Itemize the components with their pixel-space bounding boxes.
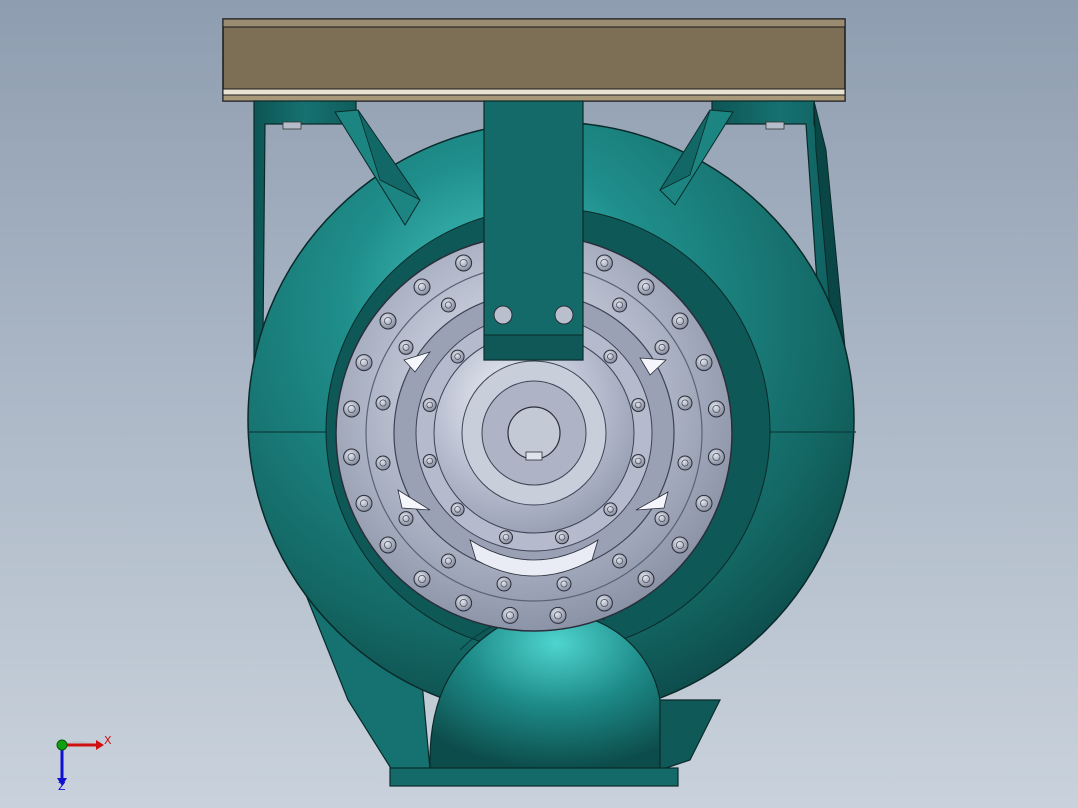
- y-axis-marker: [56, 739, 68, 751]
- bolt-head: [398, 339, 414, 355]
- bolt-head: [422, 454, 437, 468]
- bolt-head: [413, 570, 431, 588]
- bolt-head: [631, 454, 646, 468]
- bolt-head: [496, 576, 512, 592]
- bolt-head: [375, 395, 391, 411]
- bolt-head: [654, 511, 670, 527]
- bolt-head: [343, 448, 361, 466]
- cad-viewport[interactable]: X Z: [0, 0, 1078, 808]
- bolt-head: [555, 530, 569, 545]
- bolt-head: [379, 312, 397, 330]
- pump-model-view: X Z: [56, 18, 856, 793]
- bolt-head: [677, 395, 693, 411]
- bolt-head: [455, 254, 473, 272]
- base-plate: [222, 18, 846, 102]
- bolt-head: [677, 455, 693, 471]
- bolt-head: [595, 254, 613, 272]
- bolt-head: [595, 594, 613, 612]
- bolt-head: [556, 576, 572, 592]
- x-axis-label: X: [104, 734, 112, 747]
- bolt-head: [637, 570, 655, 588]
- bolt-head: [455, 594, 473, 612]
- bolt-head: [379, 536, 397, 554]
- coordinate-triad: X Z: [56, 734, 112, 793]
- bolt-head: [603, 349, 618, 364]
- bolt-head: [671, 312, 689, 330]
- bolt-head: [707, 448, 725, 466]
- bolt-head: [355, 354, 373, 372]
- bolt-head: [501, 606, 519, 624]
- bolt-head: [440, 553, 456, 569]
- bolt-head: [612, 297, 628, 313]
- bolt-head: [695, 494, 713, 512]
- bolt-head: [695, 354, 713, 372]
- bolt-head: [671, 536, 689, 554]
- vertical-support-arm: [483, 100, 584, 361]
- bolt-head: [413, 278, 431, 296]
- bolt-head: [549, 606, 567, 624]
- bolt-head: [398, 511, 414, 527]
- bolt-head: [631, 398, 646, 412]
- bolt-head: [422, 398, 437, 412]
- bolt-head: [355, 494, 373, 512]
- bolt-head: [440, 297, 456, 313]
- bolt-head: [375, 455, 391, 471]
- bolt-head: [637, 278, 655, 296]
- bolt-head: [499, 530, 513, 545]
- bolt-head: [450, 502, 465, 517]
- bolt-head: [603, 502, 618, 517]
- bolt-head: [450, 349, 465, 364]
- bolt-head: [343, 400, 361, 418]
- bolt-head: [612, 553, 628, 569]
- bolt-head: [654, 339, 670, 355]
- z-axis-label: Z: [58, 780, 66, 793]
- bolt-head: [707, 400, 725, 418]
